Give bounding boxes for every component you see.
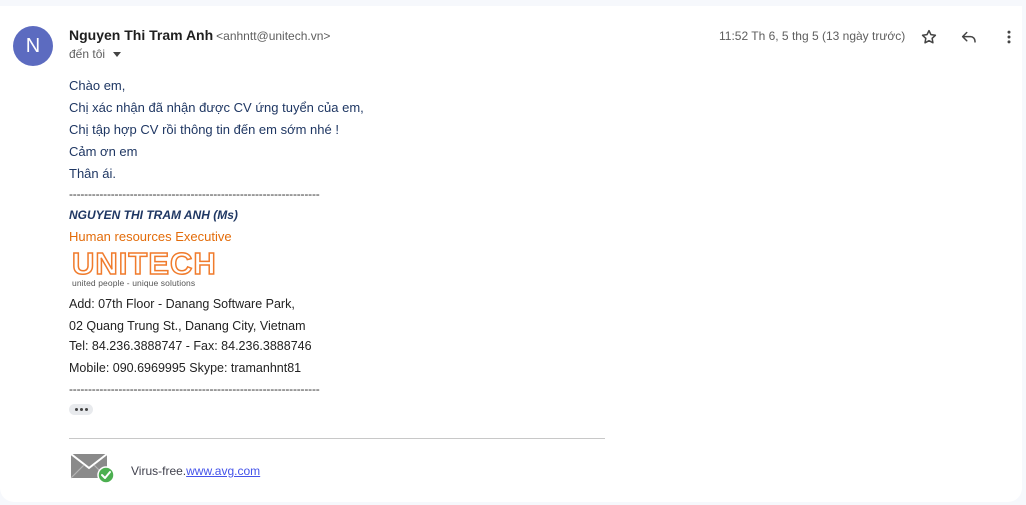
more-options-button[interactable] [997,25,1021,49]
reply-button[interactable] [957,25,981,49]
recipients-label: đến tôi [69,47,106,61]
recipients-toggle[interactable]: đến tôi [69,47,122,61]
signature-title: Human resources Executive [69,229,232,244]
signature-divider-top: ----------------------------------------… [69,187,320,201]
signature-phone: Tel: 84.236.3888747 - Fax: 84.236.388874… [69,339,312,353]
star-icon [921,29,937,44]
signature-mobile: Mobile: 090.6969995 Skype: tramanhnt81 [69,361,302,375]
signature-address-2: 02 Quang Trung St., Danang City, Vietnam [69,319,306,333]
sender-line: Nguyen Thi Tram Anh <anhntt@unitech.vn> [69,27,330,45]
sender-name[interactable]: Nguyen Thi Tram Anh [69,27,213,43]
body-line: Chị tập hợp CV rồi thông tin đến em sớm … [69,122,339,137]
signature-address-1: Add: 07th Floor - Danang Software Park, [69,297,295,311]
company-logo: UNITECH united people - unique solutions [71,246,247,290]
virus-free-label: Virus-free. [131,464,187,478]
logo-tagline: united people - unique solutions [72,278,196,288]
body-line: Chào em, [69,78,126,93]
body-line: Chị xác nhận đã nhận được CV ứng tuyển c… [69,100,364,115]
signature-divider-bottom: ----------------------------------------… [69,382,320,396]
logo-wordmark: UNITECH [71,246,217,281]
body-line: Thân ái. [69,166,116,181]
caret-down-icon [113,52,122,57]
avatar-initial: N [25,34,41,57]
avg-link[interactable]: www.avg.com [186,464,260,478]
more-vert-icon [1007,30,1011,44]
reply-icon [961,31,976,43]
sender-email: <anhntt@unitech.vn> [216,29,331,43]
star-button[interactable] [917,25,941,49]
virus-free-notice: Virus-free.www.avg.com [131,464,260,478]
avatar[interactable]: N [13,26,53,66]
avg-mail-icon [70,453,117,486]
body-line: Cảm ơn em [69,144,138,159]
timestamp: 11:52 Th 6, 5 thg 5 (13 ngày trước) [719,29,906,43]
show-trimmed-content-button[interactable] [69,404,93,415]
signature-name: NGUYEN THI TRAM ANH (Ms) [69,208,238,222]
footer-divider [69,438,605,439]
